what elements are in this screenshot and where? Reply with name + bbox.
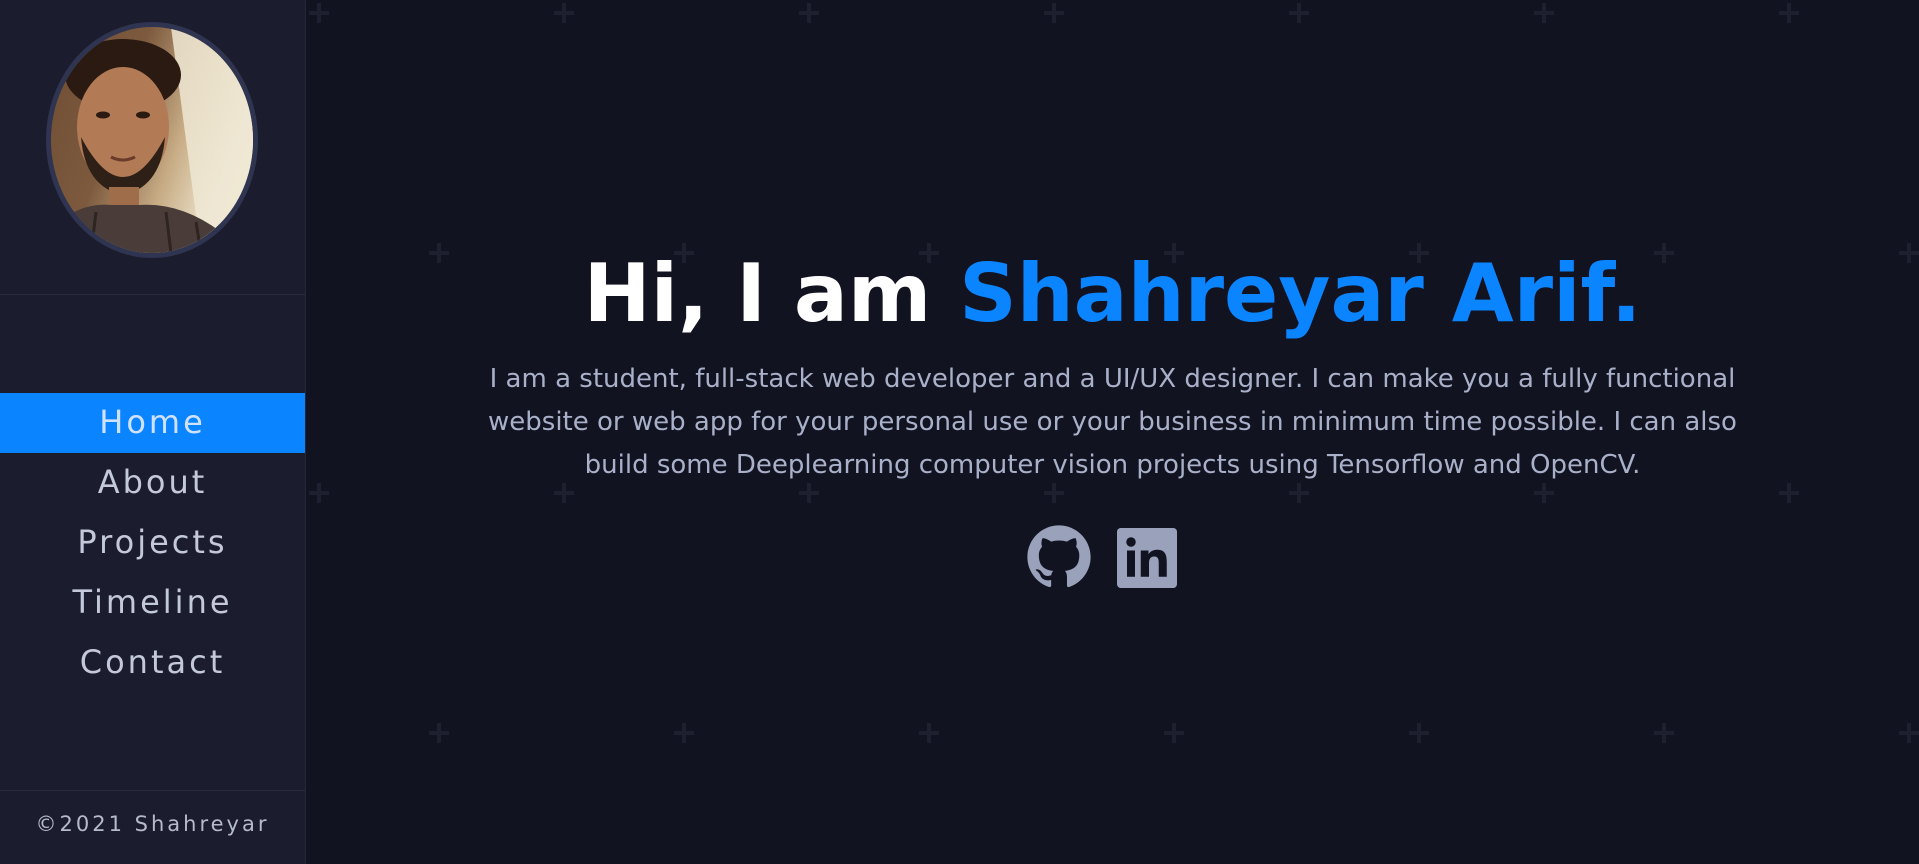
sidebar-nav: Home About Projects Timeline Contact xyxy=(0,393,305,693)
sidebar: Home About Projects Timeline Contact ©20… xyxy=(0,0,306,864)
nav-item-projects[interactable]: Projects xyxy=(0,513,305,573)
background-plus-mark xyxy=(1779,3,1799,23)
avatar xyxy=(51,27,253,253)
background-plus-mark xyxy=(674,723,694,743)
background-plus-mark xyxy=(1779,483,1799,503)
linkedin-icon[interactable] xyxy=(1117,528,1177,588)
nav-item-home[interactable]: Home xyxy=(0,393,305,453)
background-plus-mark xyxy=(1654,723,1674,743)
background-plus-mark xyxy=(799,3,819,23)
avatar-frame xyxy=(46,22,258,258)
background-plus-mark xyxy=(1409,723,1429,743)
sidebar-divider-bottom xyxy=(0,790,305,791)
background-plus-mark xyxy=(309,3,329,23)
hero-intro: I am a student, full-stack web developer… xyxy=(488,364,1737,480)
hero-headline: Hi, I am Shahreyar Arif. xyxy=(306,244,1919,344)
background-plus-mark xyxy=(1044,3,1064,23)
copyright-text: ©2021 Shahreyar xyxy=(35,812,270,836)
background-plus-mark xyxy=(309,483,329,503)
background-plus-mark xyxy=(1899,723,1919,743)
background-plus-mark xyxy=(1289,3,1309,23)
hero-greeting: Hi, I am xyxy=(583,247,960,340)
social-links xyxy=(1026,524,1186,594)
background-plus-mark xyxy=(1534,3,1554,23)
background-plus-mark xyxy=(554,3,574,23)
page: Home About Projects Timeline Contact ©20… xyxy=(0,0,1919,864)
nav-item-about[interactable]: About xyxy=(0,453,305,513)
nav-item-contact[interactable]: Contact xyxy=(0,633,305,693)
nav-item-timeline[interactable]: Timeline xyxy=(0,573,305,633)
main-content: Hi, I am Shahreyar Arif. I am a student,… xyxy=(306,0,1919,864)
sidebar-divider-top xyxy=(0,294,305,295)
background-plus-mark xyxy=(1164,723,1184,743)
hero-name: Shahreyar Arif. xyxy=(959,247,1642,340)
background-plus-mark xyxy=(429,723,449,743)
background-plus-mark xyxy=(919,723,939,743)
profile-photo xyxy=(51,27,253,253)
github-icon[interactable] xyxy=(1026,524,1092,590)
